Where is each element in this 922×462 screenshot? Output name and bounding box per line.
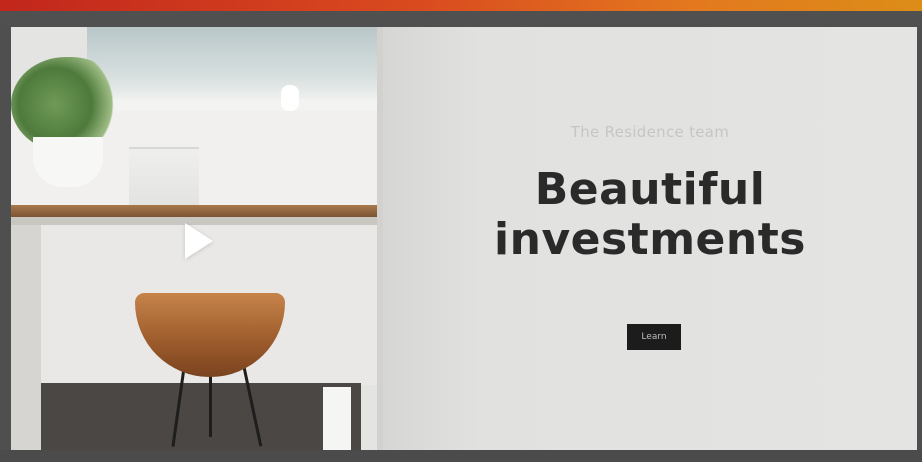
bottom-dark-band: [0, 450, 922, 462]
hero-content: The Residence team Beautiful investments…: [383, 27, 917, 450]
wooden-shelf-image: [11, 205, 377, 217]
vase-image: [281, 85, 299, 111]
books-image: [129, 147, 199, 209]
play-icon[interactable]: [185, 223, 213, 259]
hero-photo: [11, 27, 383, 450]
hero-section: The Residence team Beautiful investments…: [11, 27, 917, 450]
learn-more-button[interactable]: Learn: [627, 324, 681, 350]
plant-pot-image: [33, 137, 103, 187]
top-accent-bar: [0, 0, 922, 11]
photo-window-frame: [87, 99, 383, 111]
page-frame: The Residence team Beautiful investments…: [0, 0, 922, 462]
top-dark-band: [0, 11, 922, 26]
photo-window: [87, 27, 383, 99]
chair-leg: [209, 367, 212, 437]
headline-line-2: investments: [494, 214, 806, 265]
hero-eyebrow: The Residence team: [570, 123, 730, 141]
hero-headline: Beautiful investments: [383, 165, 917, 265]
photo-step: [323, 387, 351, 450]
headline-line-1: Beautiful: [534, 164, 766, 215]
photo-side-wall: [11, 225, 41, 450]
photo-floor: [41, 383, 361, 450]
